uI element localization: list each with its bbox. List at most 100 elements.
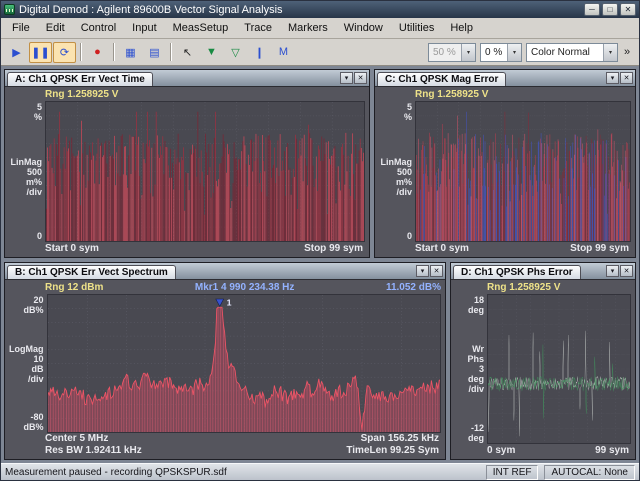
y-unit-label: deg bbox=[467, 305, 484, 315]
panel-c-y-axis: 5% LinMag 500 m%/div 0 bbox=[379, 101, 415, 242]
panel-b-header[interactable]: B: Ch1 QPSK Err Vect Spectrum ▾ ✕ bbox=[5, 263, 445, 280]
color-combo[interactable]: Color Normal ▾ bbox=[526, 42, 618, 62]
peak-marker-button[interactable]: ▼ bbox=[200, 42, 223, 63]
panel-d-plot[interactable] bbox=[487, 294, 631, 444]
panel-err-vect-spectrum: B: Ch1 QPSK Err Vect Spectrum ▾ ✕ Rng 12… bbox=[4, 262, 446, 460]
panel-b-marker-freq: Mkr1 4 990 234.38 Hz bbox=[194, 282, 295, 293]
toolbar-separator bbox=[80, 43, 82, 61]
panel-b-buttons: ▾ ✕ bbox=[416, 264, 443, 278]
y-min-label: 0 bbox=[406, 231, 412, 241]
menu-edit[interactable]: Edit bbox=[38, 20, 73, 36]
y-unit-label: dB% bbox=[23, 305, 44, 315]
menu-file[interactable]: File bbox=[4, 20, 38, 36]
play-button[interactable]: ▶ bbox=[5, 42, 28, 63]
zoom-combo[interactable]: 50 % ▾ bbox=[428, 42, 476, 62]
panel-c-header[interactable]: C: Ch1 QPSK Mag Error ▾ ✕ bbox=[375, 70, 635, 87]
panel-a-plot[interactable] bbox=[45, 101, 365, 242]
pause-button[interactable]: ❚❚ bbox=[29, 41, 52, 63]
panel-d-close-icon[interactable]: ✕ bbox=[620, 264, 633, 277]
menu-input[interactable]: Input bbox=[124, 20, 164, 36]
panel-b-range-readout: Rng 12 dBm bbox=[45, 282, 104, 293]
autocal-indicator: AUTOCAL: None bbox=[544, 464, 635, 480]
per-div-unit: m% bbox=[25, 176, 42, 187]
menu-control[interactable]: Control bbox=[73, 20, 124, 36]
panel-a-header[interactable]: A: Ch1 QPSK Err Vect Time ▾ ✕ bbox=[5, 70, 369, 87]
panel-c-plot[interactable] bbox=[415, 101, 631, 242]
panel-phs-error: D: Ch1 QPSK Phs Error ▾ ✕ Rng 1.258925 V… bbox=[450, 262, 636, 460]
color-combo-value: Color Normal bbox=[531, 46, 590, 58]
app-icon bbox=[4, 4, 15, 15]
trace-grid: A: Ch1 QPSK Err Vect Time ▾ ✕ Rng 1.2589… bbox=[1, 66, 639, 463]
menu-meassetup[interactable]: MeasSetup bbox=[165, 20, 237, 36]
maximize-button[interactable]: □ bbox=[602, 3, 618, 16]
panel-a-buttons: ▾ ✕ bbox=[340, 71, 367, 85]
panel-a-dropdown-icon[interactable]: ▾ bbox=[340, 71, 353, 84]
close-button[interactable]: ✕ bbox=[620, 3, 636, 16]
per-div-value: 10 bbox=[33, 353, 44, 364]
trace-display-button[interactable]: ▤ bbox=[143, 42, 166, 63]
toolbar-overflow-button[interactable]: » bbox=[619, 42, 635, 63]
menu-help[interactable]: Help bbox=[442, 20, 481, 36]
band-marker-button[interactable]: ❙ bbox=[248, 42, 271, 63]
scale-type-label: LinMag bbox=[380, 156, 413, 167]
panel-d-buttons: ▾ ✕ bbox=[606, 264, 633, 278]
menu-markers[interactable]: Markers bbox=[280, 20, 336, 36]
per-div-label: /div bbox=[396, 186, 412, 197]
chevron-down-icon: ▾ bbox=[507, 43, 521, 61]
chevron-down-icon: ▾ bbox=[461, 43, 475, 61]
panel-c-tab[interactable]: C: Ch1 QPSK Mag Error bbox=[377, 72, 507, 86]
per-div-unit: dB bbox=[31, 363, 44, 374]
menu-utilities[interactable]: Utilities bbox=[391, 20, 442, 36]
zoom-combo-value: 50 % bbox=[433, 46, 456, 58]
minimize-button[interactable]: ─ bbox=[584, 3, 600, 16]
chevron-down-icon: ▾ bbox=[603, 43, 617, 61]
offset-marker-button[interactable]: M bbox=[272, 42, 295, 63]
per-div-label: /div bbox=[26, 186, 42, 197]
int-ref-indicator: INT REF bbox=[485, 464, 539, 480]
y-max-label: 5 bbox=[36, 102, 42, 112]
titlebar[interactable]: Digital Demod : Agilent 89600B Vector Si… bbox=[1, 1, 639, 18]
y-max-label: 18 bbox=[473, 295, 484, 305]
panel-b-timelen-label: TimeLen 99.25 Sym bbox=[346, 445, 439, 456]
record-button[interactable]: ● bbox=[86, 42, 109, 63]
panel-b-plot[interactable]: 1 bbox=[46, 294, 442, 433]
panel-b-body: Rng 12 dBm Mkr1 4 990 234.38 Hz 11.052 d… bbox=[5, 280, 445, 459]
scale-type-label: Wr Phs bbox=[467, 344, 484, 364]
panel-c-buttons: ▾ ✕ bbox=[606, 71, 633, 85]
delta-marker-button[interactable]: ▽ bbox=[224, 42, 247, 63]
panel-c-body: Rng 1.258925 V 5% LinMag 500 m%/div 0 Star… bbox=[375, 87, 635, 257]
per-div-label: /div bbox=[27, 373, 44, 384]
menu-window[interactable]: Window bbox=[336, 20, 391, 36]
panel-b-tab[interactable]: B: Ch1 QPSK Err Vect Spectrum bbox=[7, 265, 176, 279]
offset-combo-value: 0 % bbox=[485, 46, 503, 58]
panel-d-x-stop-label: 99 sym bbox=[595, 445, 629, 456]
pointer-tool-button[interactable]: ↖ bbox=[176, 42, 199, 63]
per-div-label: /div bbox=[468, 384, 484, 394]
panel-a-y-axis: 5% LinMag 500 m%/div 0 bbox=[9, 101, 45, 242]
panel-a-tab[interactable]: A: Ch1 QPSK Err Vect Time bbox=[7, 72, 153, 86]
restart-button[interactable]: ⟳ bbox=[53, 41, 76, 63]
panel-a-body: Rng 1.258925 V 5% LinMag 500 m%/div 0 Star… bbox=[5, 87, 369, 257]
panel-d-y-axis: 18 deg Wr Phs 3 deg/div -12 deg bbox=[455, 294, 487, 444]
panel-d-tab[interactable]: D: Ch1 QPSK Phs Error bbox=[453, 265, 581, 279]
panel-c-close-icon[interactable]: ✕ bbox=[620, 71, 633, 84]
panel-d-dropdown-icon[interactable]: ▾ bbox=[606, 264, 619, 277]
window-title: Digital Demod : Agilent 89600B Vector Si… bbox=[19, 3, 283, 16]
menu-trace[interactable]: Trace bbox=[236, 20, 280, 36]
panel-c-dropdown-icon[interactable]: ▾ bbox=[606, 71, 619, 84]
panel-mag-error: C: Ch1 QPSK Mag Error ▾ ✕ Rng 1.258925 V… bbox=[374, 69, 636, 258]
toolbar: ▶ ❚❚ ⟳ ● ▦ ▤ ↖ ▼ ▽ ❙ M 50 % ▾ 0 % ▾ Colo… bbox=[1, 39, 639, 66]
panel-c-x-stop-label: Stop 99 sym bbox=[570, 243, 629, 254]
panel-c-x-start-label: Start 0 sym bbox=[415, 243, 469, 254]
y-min-label: -80 bbox=[30, 412, 44, 422]
y-min-unit-label: deg bbox=[467, 433, 484, 443]
panel-b-resbw-label: Res BW 1.92411 kHz bbox=[45, 445, 142, 456]
svg-text:1: 1 bbox=[226, 298, 231, 308]
offset-combo[interactable]: 0 % ▾ bbox=[480, 42, 522, 62]
panel-d-header[interactable]: D: Ch1 QPSK Phs Error ▾ ✕ bbox=[451, 263, 635, 280]
panel-b-close-icon[interactable]: ✕ bbox=[430, 264, 443, 277]
layout-button[interactable]: ▦ bbox=[119, 42, 142, 63]
panel-b-dropdown-icon[interactable]: ▾ bbox=[416, 264, 429, 277]
y-max-label: 20 bbox=[33, 295, 44, 305]
panel-a-close-icon[interactable]: ✕ bbox=[354, 71, 367, 84]
